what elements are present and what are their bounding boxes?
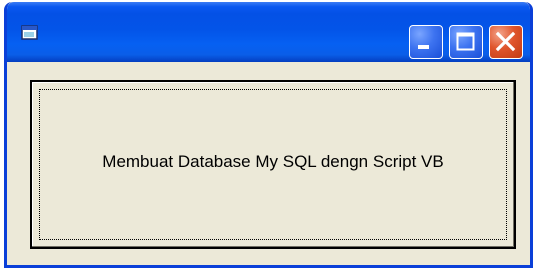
maximize-icon <box>456 32 475 51</box>
close-icon <box>495 31 516 52</box>
title-bar[interactable] <box>7 2 530 62</box>
create-database-button-label: Membuat Database My SQL dengn Script VB <box>102 152 444 171</box>
create-database-button[interactable]: Membuat Database My SQL dengn Script VB <box>30 80 516 249</box>
app-window: Membuat Database My SQL dengn Script VB <box>4 2 533 268</box>
minimize-icon <box>418 45 429 49</box>
minimize-button[interactable] <box>409 25 443 59</box>
close-button[interactable] <box>489 25 523 59</box>
maximize-button[interactable] <box>449 25 483 59</box>
app-window-icon[interactable] <box>21 25 39 41</box>
window-client-area: Membuat Database My SQL dengn Script VB <box>7 62 530 265</box>
